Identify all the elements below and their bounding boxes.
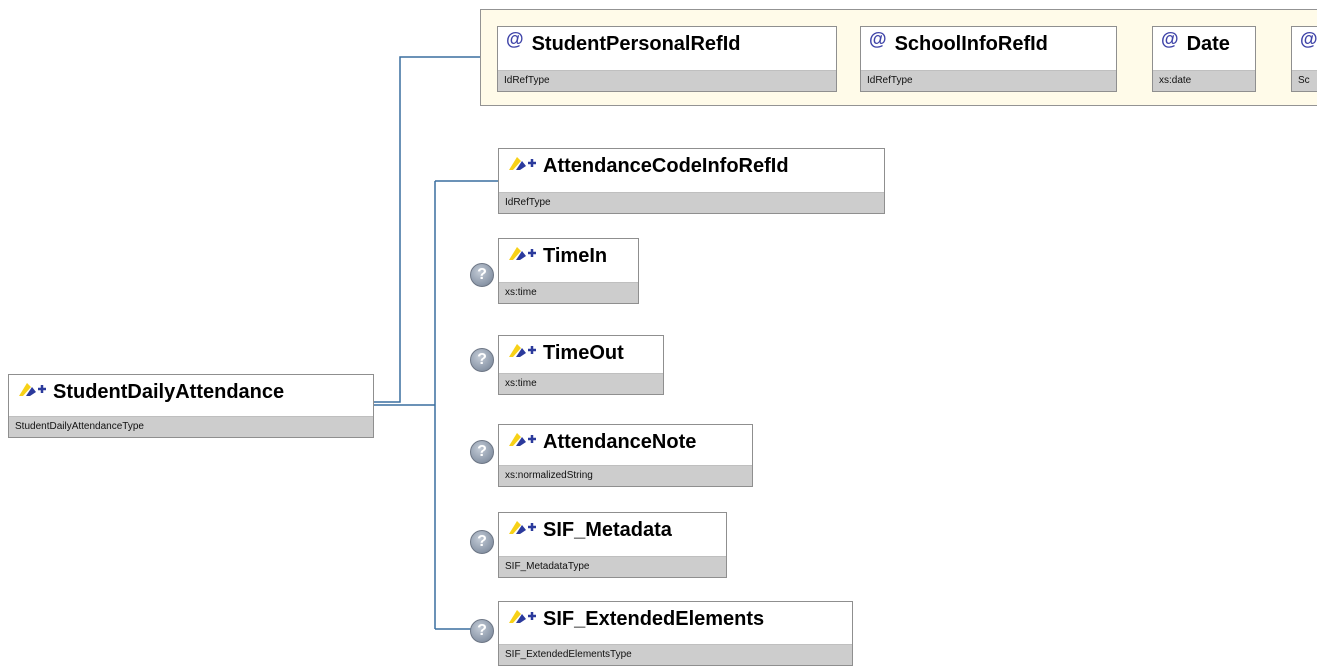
child-element-node[interactable]: SIF_Metadata SIF_MetadataType xyxy=(498,512,727,578)
element-icon xyxy=(509,246,536,260)
attribute-type: IdRefType xyxy=(861,70,1116,91)
attribute-node[interactable]: @ SchoolInfoRefId IdRefType xyxy=(860,26,1117,92)
question-mark-icon: ? xyxy=(470,263,494,287)
element-icon xyxy=(509,520,536,534)
attribute-node[interactable]: @ Date xs:date xyxy=(1152,26,1256,92)
element-icon xyxy=(509,343,536,357)
attribute-type: Sc xyxy=(1292,70,1317,91)
attribute-name: SchoolInfoRefId xyxy=(894,32,1048,55)
attribute-name: Date xyxy=(1186,32,1230,55)
element-icon xyxy=(509,609,536,623)
attribute-type: xs:date xyxy=(1153,70,1255,91)
attribute-type: IdRefType xyxy=(498,70,836,91)
schema-diagram: StudentDailyAttendance StudentDailyAtten… xyxy=(0,0,1317,666)
question-mark-icon: ? xyxy=(470,440,494,464)
child-element-node[interactable]: SIF_ExtendedElements SIF_ExtendedElement… xyxy=(498,601,853,666)
element-name: TimeOut xyxy=(543,341,624,364)
element-icon xyxy=(19,382,46,396)
root-element-type: StudentDailyAttendanceType xyxy=(9,416,373,437)
root-element-name: StudentDailyAttendance xyxy=(53,380,285,403)
element-icon xyxy=(509,432,536,446)
element-type: SIF_ExtendedElementsType xyxy=(499,644,852,665)
child-element-node[interactable]: AttendanceNote xs:normalizedString xyxy=(498,424,753,487)
element-name: SIF_Metadata xyxy=(543,518,672,541)
element-type: SIF_MetadataType xyxy=(499,556,726,577)
question-mark-icon: ? xyxy=(470,530,494,554)
element-name: SIF_ExtendedElements xyxy=(543,607,765,630)
element-type: IdRefType xyxy=(499,192,884,213)
element-type: xs:time xyxy=(499,373,663,394)
at-sign-icon: @ xyxy=(1161,28,1179,49)
element-name: AttendanceNote xyxy=(543,430,697,453)
element-type: xs:time xyxy=(499,282,638,303)
attribute-node[interactable]: @ Sc xyxy=(1291,26,1317,92)
element-icon xyxy=(509,156,536,170)
child-element-node[interactable]: AttendanceCodeInfoRefId IdRefType xyxy=(498,148,885,214)
child-element-node[interactable]: TimeIn xs:time xyxy=(498,238,639,304)
question-mark-icon: ? xyxy=(470,619,494,643)
element-name: AttendanceCodeInfoRefId xyxy=(543,154,789,177)
attribute-node[interactable]: @ StudentPersonalRefId IdRefType xyxy=(497,26,837,92)
at-sign-icon: @ xyxy=(869,28,887,49)
attribute-name: StudentPersonalRefId xyxy=(531,32,741,55)
at-sign-icon: @ xyxy=(506,28,524,49)
attribute-group: @ StudentPersonalRefId IdRefType @ Schoo… xyxy=(480,9,1317,106)
element-type: xs:normalizedString xyxy=(499,465,752,486)
root-element-node[interactable]: StudentDailyAttendance StudentDailyAtten… xyxy=(8,374,374,438)
child-element-node[interactable]: TimeOut xs:time xyxy=(498,335,664,395)
at-sign-icon: @ xyxy=(1300,28,1317,49)
element-name: TimeIn xyxy=(543,244,608,267)
question-mark-icon: ? xyxy=(470,348,494,372)
